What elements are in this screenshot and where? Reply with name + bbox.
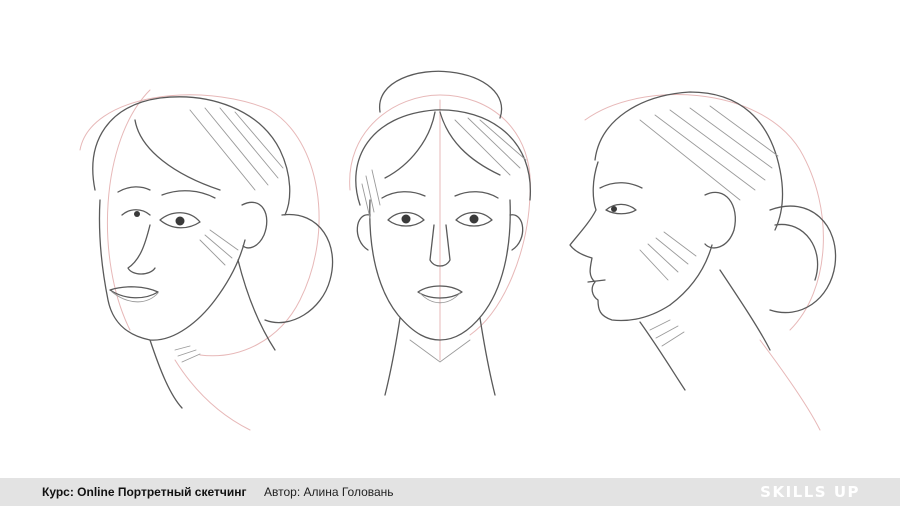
slide: Курс: Online Портретный скетчинг Автор: … [0,0,900,506]
footer-bar: Курс: Online Портретный скетчинг Автор: … [0,478,900,506]
sketch-profile-view [569,91,837,431]
portrait-sketches [0,0,900,478]
course-title: Курс: Online Портретный скетчинг [42,485,247,499]
sketch-front-view [349,70,531,396]
skills-up-logo: SKILLS UP [760,483,860,501]
sketch-three-quarter-view [79,89,334,431]
author-name: Автор: Алина Головань [264,485,394,499]
